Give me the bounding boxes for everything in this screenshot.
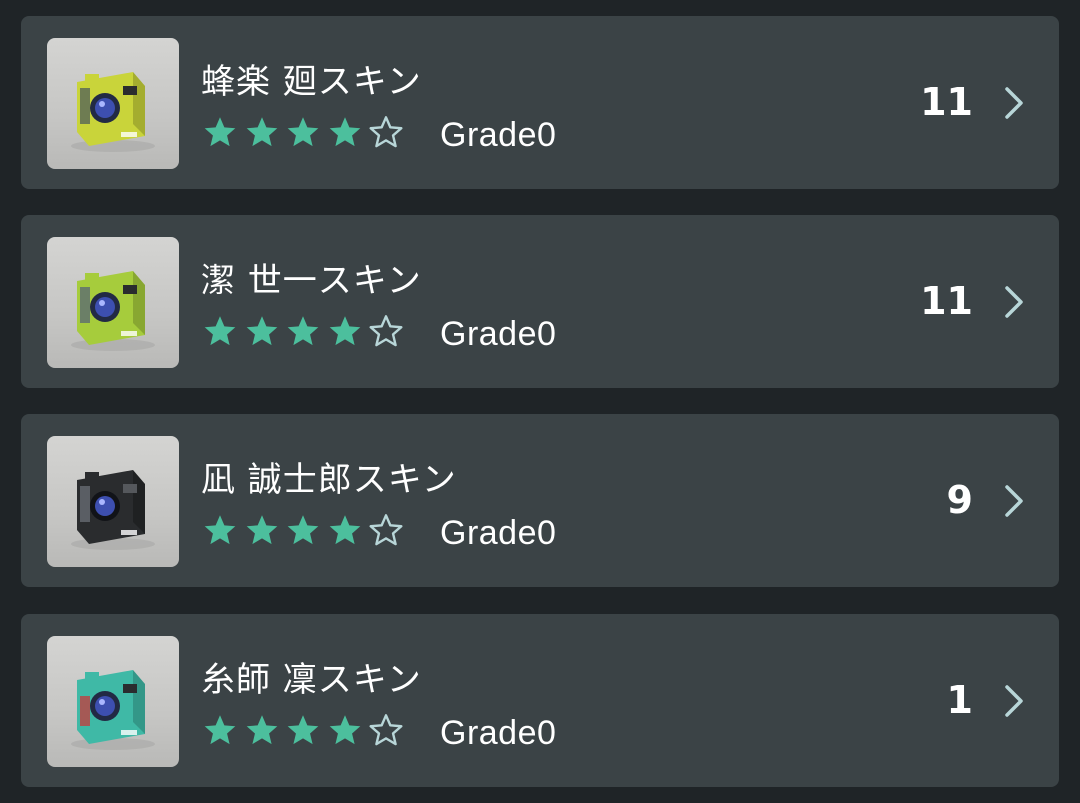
chevron-right-icon: [1005, 685, 1023, 717]
skin-title: 蜂楽 廻スキン: [201, 62, 422, 102]
grade-label: Grade0: [440, 714, 557, 752]
star-rating: [202, 510, 410, 550]
grade-label: Grade0: [440, 315, 557, 353]
star-filled-icon: [329, 117, 360, 147]
star-empty-icon: [369, 116, 403, 148]
skin-list: 蜂楽 廻スキン Grade0 11 潔 世一スキン Grade0 11 凪 誠士…: [0, 0, 1080, 803]
camera-skin-thumbnail: [47, 237, 179, 368]
star-filled-icon: [204, 117, 236, 147]
chevron-right-icon: [1005, 286, 1023, 318]
star-filled-icon: [287, 515, 319, 545]
star-filled-icon: [204, 316, 236, 346]
star-filled-icon: [204, 515, 236, 545]
skin-title: 凪 誠士郎スキン: [201, 460, 457, 500]
skin-title: 糸師 凜スキン: [201, 660, 422, 700]
skin-count: 1: [946, 678, 973, 722]
grade-label: Grade0: [440, 116, 557, 154]
star-filled-icon: [246, 715, 277, 745]
skin-title: 潔 世一スキン: [201, 261, 422, 301]
skin-card[interactable]: 凪 誠士郎スキン Grade0 9: [21, 414, 1059, 587]
camera-icon: [71, 72, 155, 152]
star-empty-icon: [369, 315, 403, 347]
camera-skin-thumbnail: [47, 436, 179, 567]
star-empty-icon: [369, 714, 403, 746]
star-filled-icon: [287, 117, 319, 147]
star-filled-icon: [204, 715, 236, 745]
skin-card[interactable]: 蜂楽 廻スキン Grade0 11: [21, 16, 1059, 189]
grade-label: Grade0: [440, 514, 557, 552]
skin-card[interactable]: 潔 世一スキン Grade0 11: [21, 215, 1059, 388]
skin-count: 11: [920, 80, 973, 124]
skin-card[interactable]: 糸師 凜スキン Grade0 1: [21, 614, 1059, 787]
camera-icon: [71, 271, 155, 351]
star-filled-icon: [329, 316, 360, 346]
skin-count: 9: [946, 478, 973, 522]
skin-count: 11: [920, 279, 973, 323]
star-filled-icon: [287, 316, 319, 346]
star-filled-icon: [246, 117, 277, 147]
star-filled-icon: [246, 515, 277, 545]
star-empty-icon: [369, 514, 403, 546]
star-filled-icon: [287, 715, 319, 745]
chevron-right-icon: [1005, 485, 1023, 517]
star-filled-icon: [246, 316, 277, 346]
star-rating: [202, 710, 410, 750]
camera-skin-thumbnail: [47, 38, 179, 169]
camera-skin-thumbnail: [47, 636, 179, 767]
star-filled-icon: [329, 715, 360, 745]
star-rating: [202, 112, 410, 152]
star-rating: [202, 311, 410, 351]
camera-icon: [71, 470, 155, 550]
chevron-right-icon: [1005, 87, 1023, 119]
star-filled-icon: [329, 515, 360, 545]
camera-icon: [71, 670, 155, 750]
